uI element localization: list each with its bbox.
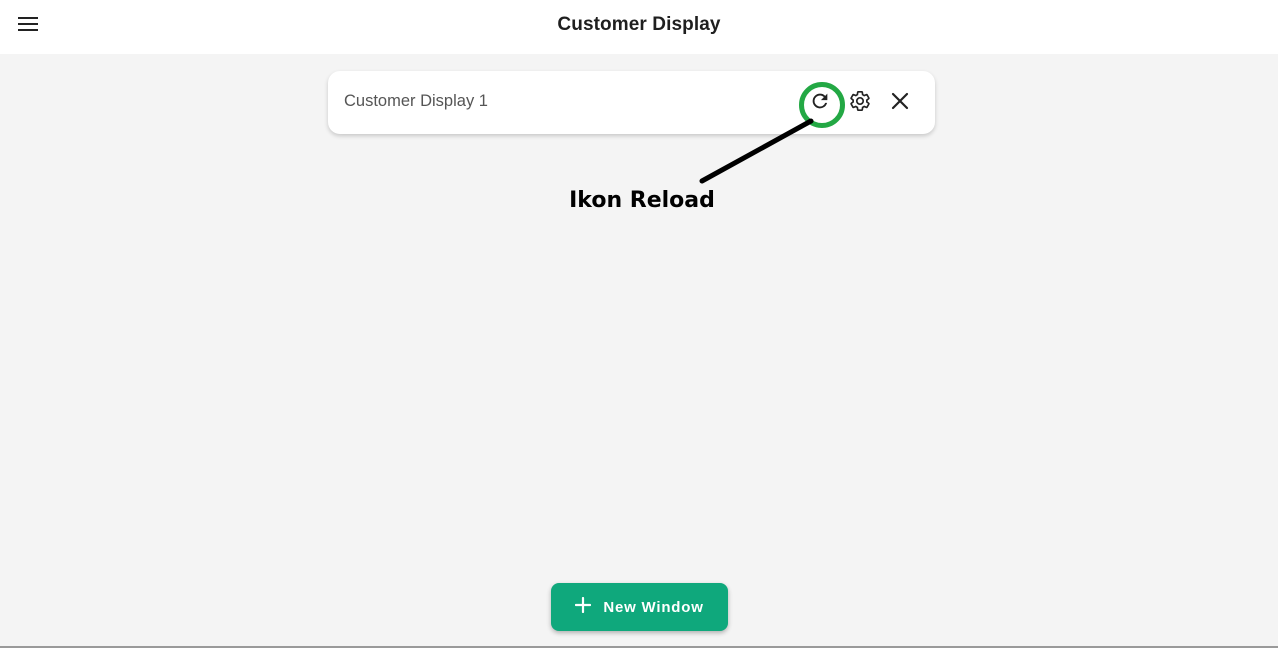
display-name: Customer Display 1 [344, 92, 488, 110]
annotation-label: Ikon Reload [569, 188, 715, 213]
settings-gear-icon [849, 90, 871, 117]
close-icon [891, 92, 909, 115]
customer-display-card: Customer Display 1 [328, 71, 935, 134]
reload-icon [809, 90, 831, 117]
plus-icon [575, 596, 592, 618]
new-window-label: New Window [603, 598, 704, 616]
close-button[interactable] [887, 90, 913, 116]
new-window-button[interactable]: New Window [551, 583, 728, 631]
page-title: Customer Display [557, 14, 721, 35]
app-header: Customer Display [0, 0, 1278, 54]
reload-button[interactable] [807, 90, 833, 116]
settings-button[interactable] [847, 90, 873, 116]
